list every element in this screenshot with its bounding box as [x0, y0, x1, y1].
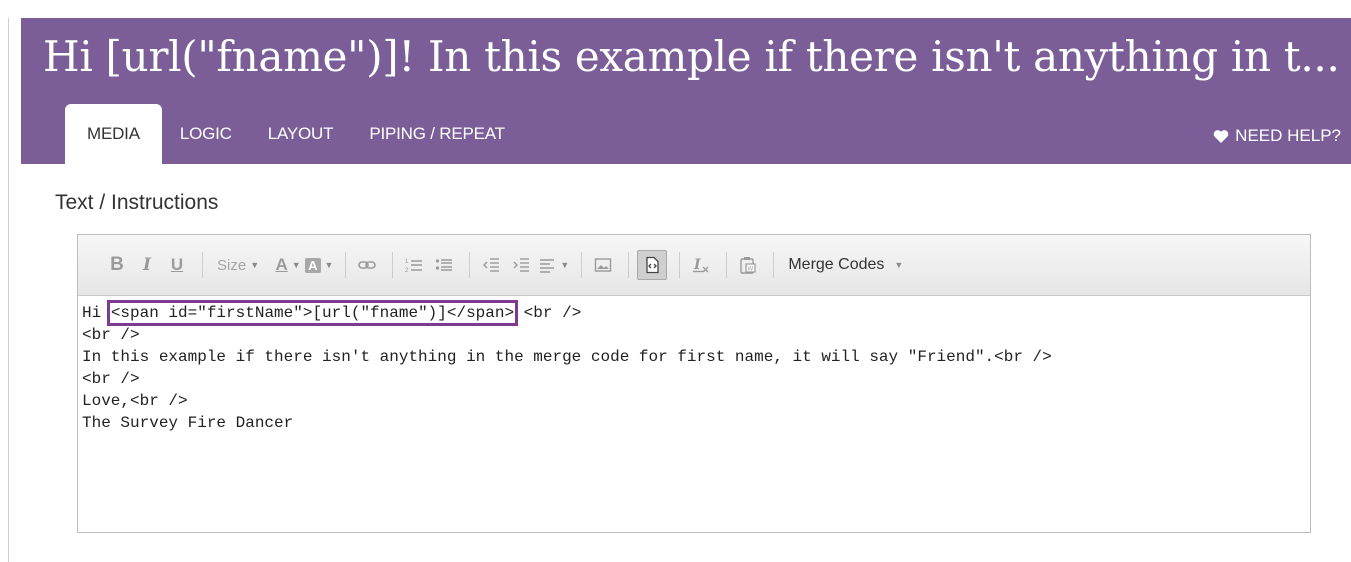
text-instructions-label: Text / Instructions — [55, 191, 219, 214]
tab-layout[interactable]: LAYOUT — [250, 104, 352, 164]
code-line: <br /> — [82, 326, 140, 344]
link-button[interactable] — [354, 251, 380, 279]
indent-icon — [513, 258, 530, 272]
font-size-dropdown[interactable]: Size ▼ — [211, 251, 265, 279]
code-line: Love,<br /> — [82, 392, 188, 410]
align-dropdown[interactable]: ▼ — [538, 251, 569, 279]
editor-toolbar: B I U Size ▼ A ▼ A ▼ 1 2 ▼ I W Merge Cod… — [78, 235, 1310, 296]
background-color-button[interactable]: A ▼ — [305, 251, 333, 279]
tab-piping-repeat[interactable]: PIPING / REPEAT — [351, 104, 523, 164]
toolbar-separator — [202, 252, 203, 278]
code-line: Hi <span id="firstName">[url("fname")]</… — [82, 300, 1310, 326]
svg-text:2: 2 — [405, 268, 409, 274]
highlighted-span-code: <span id="firstName">[url("fname")]</spa… — [106, 300, 519, 326]
frame-left-border — [8, 18, 9, 562]
text-color-icon: A — [275, 255, 288, 274]
toolbar-separator — [679, 252, 681, 278]
tab-media[interactable]: MEDIA — [65, 104, 162, 164]
caret-down-icon: ▼ — [894, 260, 904, 270]
bulleted-list-icon — [436, 259, 453, 271]
editor-tabs: MEDIA LOGIC LAYOUT PIPING / REPEAT — [65, 104, 523, 164]
code-line: The Survey Fire Dancer — [82, 414, 294, 432]
toolbar-separator — [392, 252, 394, 278]
caret-down-icon: ▼ — [250, 260, 260, 270]
paste-word-button[interactable]: W — [735, 251, 761, 279]
top-gap — [0, 0, 1351, 18]
align-icon — [540, 259, 555, 273]
remove-format-button[interactable]: I — [688, 251, 714, 279]
heart-icon — [1213, 129, 1229, 143]
source-button[interactable] — [637, 250, 668, 280]
indent-button[interactable] — [508, 251, 534, 279]
code-text: Hi — [82, 304, 111, 322]
image-icon — [595, 258, 612, 272]
caret-down-icon: ▼ — [324, 260, 334, 270]
font-size-label: Size — [217, 256, 247, 274]
toolbar-separator — [726, 252, 728, 278]
underline-button[interactable]: U — [164, 251, 190, 279]
toolbar-separator — [628, 252, 630, 278]
italic-button[interactable]: I — [134, 251, 160, 279]
question-title: Hi [url("fname")]! In this example if th… — [43, 32, 1340, 81]
caret-down-icon: ▼ — [560, 260, 570, 270]
outdent-icon — [483, 258, 500, 272]
need-help-label: NEED HELP? — [1235, 126, 1341, 145]
outdent-button[interactable] — [478, 251, 504, 279]
merge-codes-label: Merge Codes — [788, 256, 885, 273]
caret-down-icon: ▼ — [291, 260, 301, 270]
code-line: In this example if there isn't anything … — [82, 348, 1052, 366]
toolbar-separator — [345, 252, 347, 278]
numbered-list-icon: 1 2 — [405, 259, 423, 274]
toolbar-separator — [773, 252, 775, 278]
code-line: <br /> — [82, 370, 140, 388]
code-text: <br /> — [514, 304, 582, 322]
toolbar-separator — [469, 252, 471, 278]
merge-codes-dropdown[interactable]: Merge Codes ▼ — [782, 251, 909, 279]
numbered-list-button[interactable]: 1 2 — [401, 251, 427, 279]
rich-text-editor: B I U Size ▼ A ▼ A ▼ 1 2 ▼ I W Merge Cod… — [77, 234, 1311, 533]
bulleted-list-button[interactable] — [431, 251, 457, 279]
image-button[interactable] — [590, 251, 616, 279]
paste-word-icon: W — [740, 257, 756, 274]
remove-format-icon: I — [693, 257, 709, 273]
question-header: Hi [url("fname")]! In this example if th… — [21, 18, 1351, 164]
source-code-area[interactable]: Hi <span id="firstName">[url("fname")]</… — [78, 296, 1310, 434]
link-icon — [358, 261, 377, 269]
tab-logic[interactable]: LOGIC — [162, 104, 250, 164]
text-color-button[interactable]: A ▼ — [275, 251, 301, 279]
svg-text:W: W — [748, 267, 754, 273]
background-color-icon: A — [305, 257, 321, 273]
need-help-link[interactable]: NEED HELP? — [1213, 126, 1341, 146]
source-icon — [646, 256, 659, 274]
svg-text:1: 1 — [405, 259, 409, 265]
svg-text:I: I — [693, 257, 701, 273]
bold-button[interactable]: B — [104, 251, 130, 279]
toolbar-separator — [581, 252, 583, 278]
